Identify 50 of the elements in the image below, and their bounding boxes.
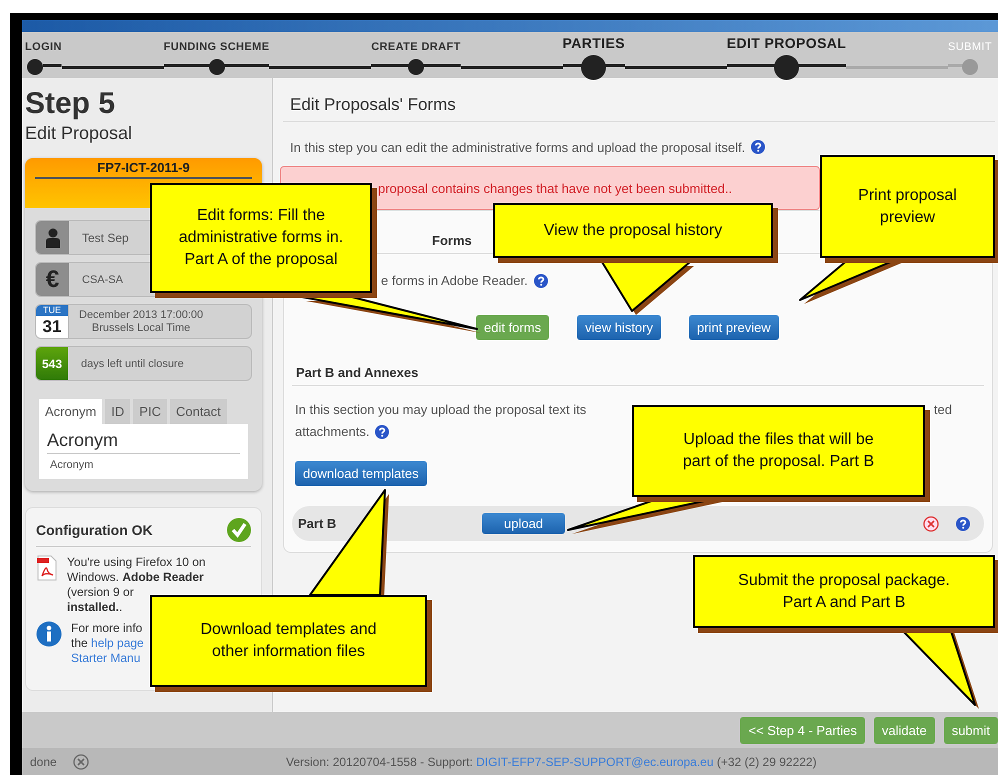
help-icon — [751, 140, 766, 154]
info-text: Test Sep — [82, 230, 129, 244]
help-icon — [534, 274, 548, 288]
pdf-file-icon — [36, 555, 58, 581]
version-text: Version: 20120704-1558 - Support: DIGIT-EFP7-SEP-SUPPORT@ec.europa.eu (+32 (2) 29 92222) — [286, 754, 817, 768]
step-label[interactable]: CREATE DRAFT — [371, 41, 461, 53]
step-subtitle: Edit Proposal — [25, 123, 134, 144]
help-icon — [375, 424, 390, 438]
status-text: done — [30, 754, 57, 768]
footer-button[interactable]: << Step 4 - Parties — [740, 716, 865, 744]
help-icon — [956, 516, 970, 530]
close-icon — [72, 754, 89, 770]
tab[interactable]: Contact — [170, 399, 227, 424]
section-title: Part B and Annexes — [292, 340, 984, 386]
call-title: FP7-ICT-2011-9 — [35, 160, 252, 179]
info-icon — [36, 621, 62, 647]
help-link[interactable]: help page — [91, 636, 144, 650]
help-link[interactable]: Starter Manu — [71, 651, 140, 665]
tab[interactable]: PIC — [133, 399, 167, 424]
download-templates-button[interactable]: download templates — [295, 461, 427, 486]
config-title: Configuration OK — [36, 522, 153, 538]
footer-button[interactable]: submit — [944, 716, 998, 744]
remove-icon — [923, 516, 939, 532]
step-label[interactable]: EDIT PROPOSAL — [726, 35, 846, 51]
action-button[interactable]: print preview — [689, 315, 779, 340]
intro-text: In this step you can edit the administrative forms and upload the proposal itself. — [290, 140, 746, 154]
tab[interactable]: Acronym — [39, 399, 102, 424]
section-text: ted — [934, 402, 952, 417]
section-text: attachments. — [295, 424, 370, 439]
info-text: CSA-SA — [82, 274, 123, 286]
calendar-icon: TUE 31 — [36, 305, 69, 338]
action-button[interactable]: edit forms — [476, 315, 550, 340]
days-count: 543 — [36, 347, 68, 380]
step-title: Step 5 — [25, 88, 116, 120]
euro-symbol: € — [46, 266, 60, 294]
page-title: Edit Proposals' Forms — [283, 88, 995, 122]
step-label[interactable]: FUNDING SCHEME — [164, 41, 270, 53]
tab[interactable]: ID — [105, 399, 130, 424]
action-button[interactable]: view history — [577, 315, 661, 340]
section-text: In this section you may upload the proposal text its — [295, 402, 586, 417]
acronym-value: Acronym — [49, 458, 94, 471]
acronym-title: Acronym — [47, 430, 240, 454]
person-icon — [44, 228, 60, 248]
file-label: Part B — [298, 516, 338, 531]
message-text: For more info the help page Starter Manu — [71, 621, 144, 666]
section-text: e forms in Adobe Reader. — [381, 273, 528, 288]
info-text: days left until closure — [81, 358, 184, 370]
upload-button[interactable]: upload — [482, 513, 566, 534]
deadline-text: December 2013 17:00:00 Brussels Local Time — [79, 308, 204, 334]
footer-button[interactable]: validate — [874, 716, 935, 744]
